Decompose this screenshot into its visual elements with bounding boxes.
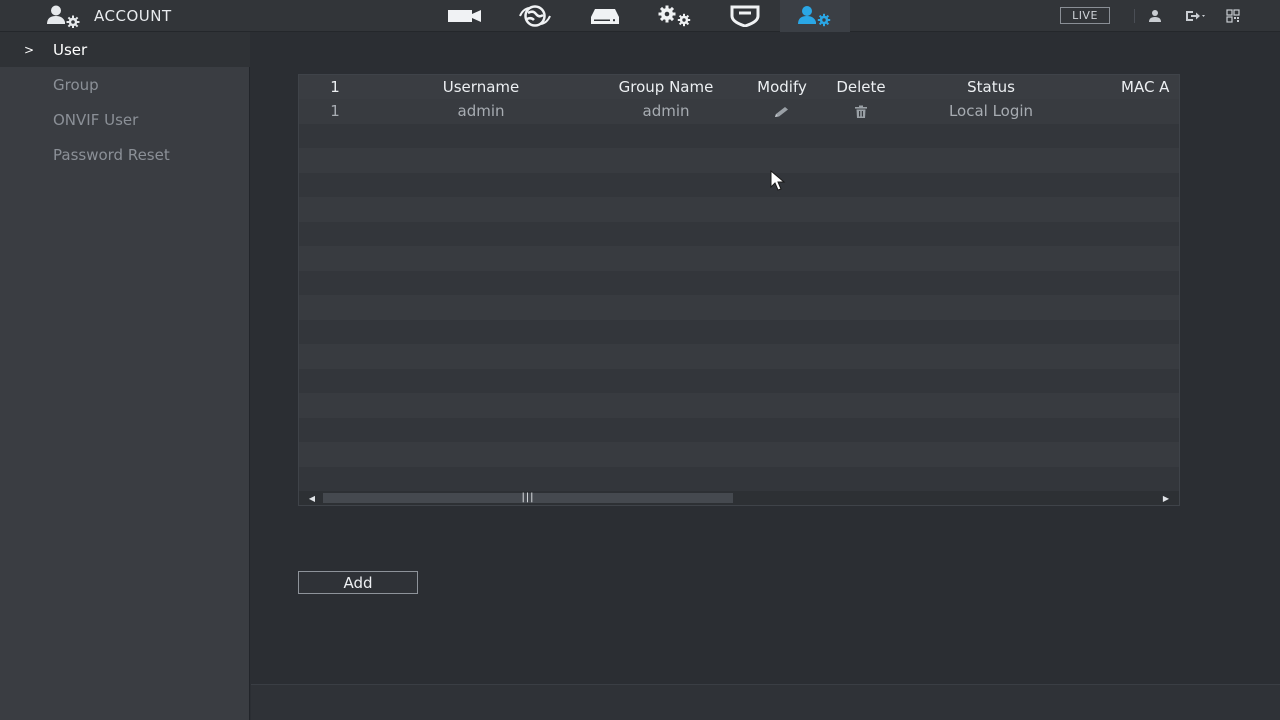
storage-icon [591,9,619,24]
system-settings-icon [658,5,691,27]
row-index: 1 [330,102,340,120]
sidebar-item-label: Group [53,75,99,94]
table-row-empty [299,246,1179,271]
account-icon [798,6,831,27]
chevron-right-icon: > [24,42,35,57]
scroll-right-icon[interactable]: ▶ [1155,491,1177,505]
table-row-empty [299,344,1179,369]
table-row-empty [299,466,1179,491]
pencil-icon [775,106,788,117]
column-header-index[interactable]: 1 [299,75,371,99]
column-header-status[interactable]: Status [921,75,1061,99]
table-row-empty [299,172,1179,197]
top-bar: ACCOUNT LIVE [0,0,1280,32]
table-row-empty [299,442,1179,467]
column-header-group-name[interactable]: Group Name [591,75,741,99]
row-username: admin [457,102,505,120]
account-settings-icon [47,5,80,28]
sidebar-item-label: User [53,40,88,59]
sidebar-item-onvif-user[interactable]: ONVIF User [0,102,250,137]
qr-code-icon [1226,9,1240,23]
row-status: Local Login [948,102,1034,120]
column-header-mac-address[interactable]: MAC A [1111,75,1179,99]
sidebar: > User Group ONVIF User Password Reset [0,32,250,720]
trash-icon [855,105,867,118]
user-icon [1149,10,1161,22]
sidebar-item-password-reset[interactable]: Password Reset [0,137,250,172]
nav-storage[interactable] [570,0,640,32]
table-header: 1 Username Group Name Modify Delete Stat… [299,75,1179,99]
security-shield-icon [730,5,760,27]
sidebar-item-group[interactable]: Group [0,67,250,102]
add-user-button[interactable]: Add [298,571,418,594]
nav-network[interactable] [500,0,570,32]
sidebar-item-user[interactable]: > User [0,32,250,67]
horizontal-scrollbar[interactable]: ◀ ||| ▶ [299,491,1179,505]
modify-button[interactable] [745,99,819,123]
column-header-username[interactable]: Username [405,75,557,99]
live-button[interactable]: LIVE [1060,7,1110,24]
delete-button[interactable] [823,99,899,123]
scroll-left-icon[interactable]: ◀ [301,491,323,505]
table-row-empty [299,270,1179,295]
table-row-empty [299,319,1179,344]
table-row-empty [299,197,1179,222]
table-row-empty [299,393,1179,418]
table-row-empty [299,123,1179,148]
table-row[interactable]: 1 admin admin Local Login [299,99,1179,124]
nav-system[interactable] [640,0,710,32]
logout-button[interactable] [1184,8,1208,24]
table-row-empty [299,221,1179,246]
status-footer [251,684,1280,720]
table-body: 1 admin admin Local Login [299,99,1179,491]
column-header-modify: Modify [757,78,807,96]
row-group-name: admin [642,102,690,120]
table-row-empty [299,368,1179,393]
column-header-delete: Delete [836,78,886,96]
network-icon [519,5,551,27]
qr-code-button[interactable] [1226,8,1240,24]
table-row-empty [299,148,1179,173]
table-row-empty [299,295,1179,320]
camera-icon [448,10,481,22]
scrollbar-thumb[interactable]: ||| [323,493,733,503]
user-button[interactable] [1148,8,1162,24]
mouse-cursor-icon [770,170,786,191]
grip-icon: ||| [521,492,535,503]
user-table: 1 Username Group Name Modify Delete Stat… [298,74,1180,506]
table-row-empty [299,417,1179,442]
nav-camera[interactable] [430,0,500,32]
page-brand: ACCOUNT [46,4,172,28]
sidebar-item-label: Password Reset [53,145,170,164]
main-nav [430,0,850,32]
nav-security[interactable] [710,0,780,32]
logout-icon [1186,11,1205,21]
sidebar-item-label: ONVIF User [53,110,139,129]
page-title: ACCOUNT [94,7,172,25]
nav-account[interactable] [780,0,850,32]
toolbar-divider [1134,9,1135,23]
